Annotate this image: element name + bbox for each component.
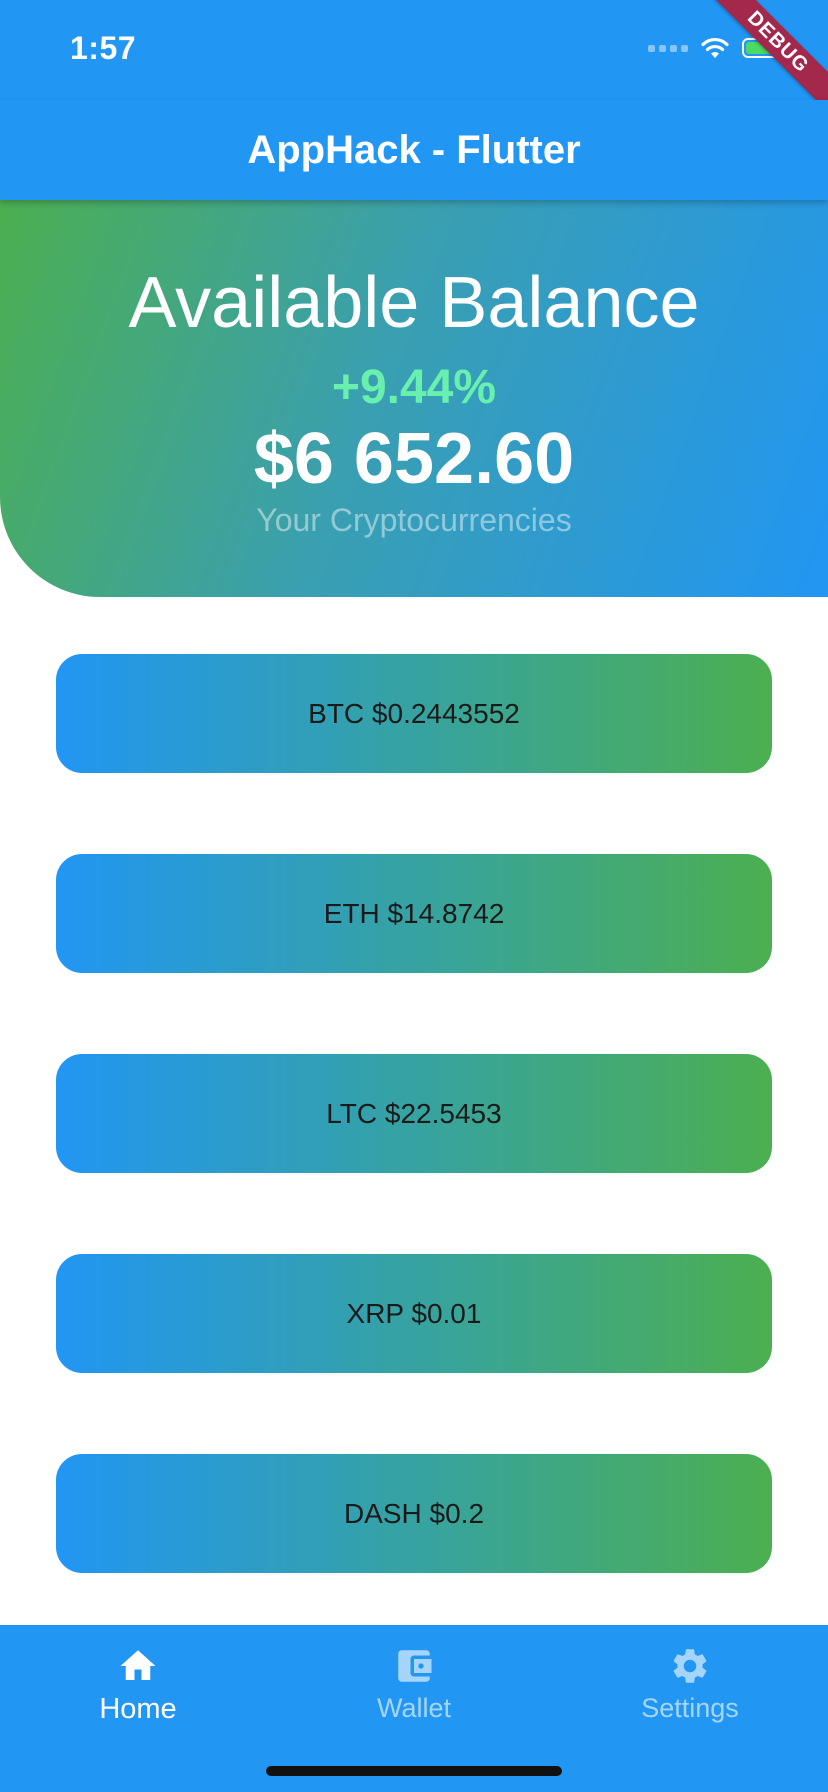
coin-card-ltc[interactable]: LTC $22.5453 bbox=[56, 1054, 772, 1173]
balance-caption: Your Cryptocurrencies bbox=[256, 502, 572, 538]
coin-label: LTC $22.5453 bbox=[326, 1097, 502, 1129]
home-indicator bbox=[266, 1766, 562, 1776]
balance-change: +9.44% bbox=[331, 361, 497, 414]
wifi-icon bbox=[701, 37, 729, 58]
coin-label: BTC $0.2443552 bbox=[308, 697, 520, 729]
status-time: 1:57 bbox=[70, 30, 137, 66]
wallet-icon bbox=[398, 1650, 432, 1682]
balance-title: Available Balance bbox=[128, 263, 700, 343]
balance-amount: $6 652.60 bbox=[253, 419, 575, 499]
coin-card-dash[interactable]: DASH $0.2 bbox=[56, 1454, 772, 1573]
app-bar: AppHack - Flutter bbox=[0, 100, 828, 200]
cellular-signal-icon bbox=[648, 44, 688, 52]
nav-label-home: Home bbox=[99, 1693, 177, 1725]
status-bar: 1:57 bbox=[0, 0, 828, 100]
coin-card-btc[interactable]: BTC $0.2443552 bbox=[56, 654, 772, 773]
coin-card-xrp[interactable]: XRP $0.01 bbox=[56, 1254, 772, 1373]
coin-card-eth[interactable]: ETH $14.8742 bbox=[56, 854, 772, 973]
app-title: AppHack - Flutter bbox=[247, 127, 581, 172]
nav-item-settings[interactable]: Settings bbox=[552, 1625, 828, 1792]
coin-label: DASH $0.2 bbox=[343, 1497, 485, 1529]
balance-header: Available Balance +9.44% $6 652.60 Your … bbox=[0, 200, 828, 597]
coin-label: XRP $0.01 bbox=[346, 1297, 482, 1329]
coin-list: BTC $0.2443552 ETH $14.8742 LTC $22.5453… bbox=[56, 654, 772, 1654]
settings-icon bbox=[673, 1649, 707, 1683]
nav-label-settings: Settings bbox=[641, 1693, 739, 1723]
coin-label: ETH $14.8742 bbox=[323, 897, 505, 929]
home-icon bbox=[120, 1650, 156, 1680]
nav-item-home[interactable]: Home bbox=[0, 1625, 276, 1792]
nav-label-wallet: Wallet bbox=[376, 1693, 451, 1723]
